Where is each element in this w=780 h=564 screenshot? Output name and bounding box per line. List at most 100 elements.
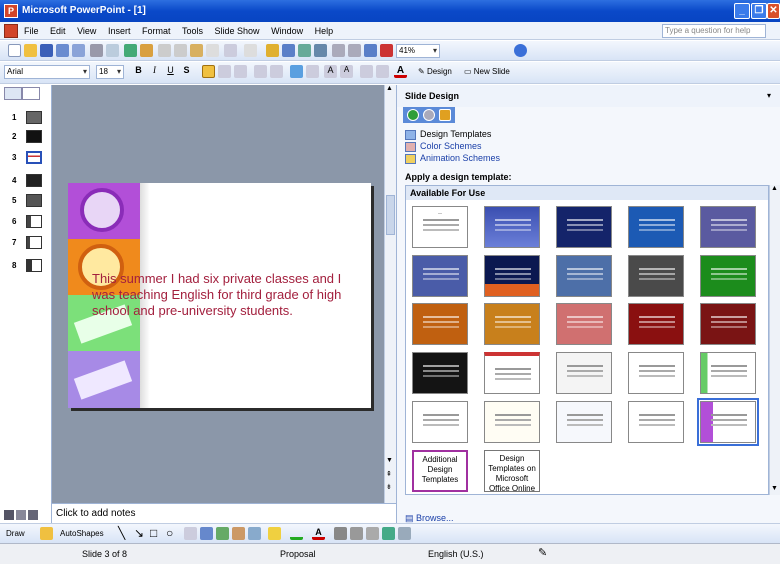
template[interactable] <box>628 401 684 443</box>
template[interactable] <box>700 206 756 248</box>
online-design-templates[interactable]: Design Templates on Microsoft Office Onl… <box>484 450 540 493</box>
paste-icon[interactable] <box>190 44 203 57</box>
save-icon[interactable] <box>40 44 53 57</box>
menu-view[interactable]: View <box>77 22 96 40</box>
line-icon[interactable]: ╲ <box>118 526 125 540</box>
gallery-scrollbar[interactable]: ▲ ▼ <box>769 185 780 495</box>
tab-outline[interactable] <box>4 87 22 100</box>
rectangle-icon[interactable]: □ <box>150 526 157 540</box>
template[interactable] <box>628 352 684 394</box>
cut-icon[interactable] <box>158 44 171 57</box>
template[interactable] <box>556 255 612 297</box>
decrease-font-icon[interactable]: A <box>340 65 353 78</box>
close-button[interactable]: ✕ <box>767 3 780 19</box>
slide-thumb-8[interactable]: 8 <box>12 259 42 273</box>
spelling-icon[interactable] <box>124 44 137 57</box>
slide-thumb-3[interactable]: 3 <box>12 151 42 165</box>
email-icon[interactable] <box>72 44 85 57</box>
print-preview-icon[interactable] <box>106 44 119 57</box>
diagram-icon[interactable] <box>216 527 229 540</box>
align-left-icon[interactable] <box>202 65 215 78</box>
font-size-select[interactable]: 18 <box>96 65 124 79</box>
additional-design-templates[interactable]: Additional Design Templates <box>412 450 468 492</box>
design-templates-link[interactable]: Design Templates <box>405 129 491 140</box>
slide-scrollbar[interactable]: ▲ ▼ ⇞ ⇟ <box>384 85 396 503</box>
spacing-icon[interactable] <box>306 65 319 78</box>
template[interactable] <box>484 352 540 394</box>
menu-tools[interactable]: Tools <box>182 22 203 40</box>
slide-thumb-2[interactable]: 2 <box>12 130 42 144</box>
help-icon[interactable] <box>514 44 527 57</box>
zoom-select[interactable]: 41% <box>396 44 440 58</box>
scroll-up-icon[interactable]: ▲ <box>386 85 395 95</box>
picture-icon[interactable] <box>248 527 261 540</box>
menu-insert[interactable]: Insert <box>108 22 131 40</box>
powerpoint-app-icon[interactable]: P <box>4 4 18 18</box>
template[interactable] <box>700 352 756 394</box>
numbering-icon[interactable] <box>254 65 267 78</box>
home-icon[interactable] <box>439 109 451 121</box>
insert-table-icon[interactable] <box>282 44 295 57</box>
slide-thumb-7[interactable]: 7 <box>12 236 42 250</box>
font-color-icon[interactable]: A <box>394 65 407 78</box>
bold-button[interactable]: B <box>132 65 145 78</box>
bullets-icon[interactable] <box>270 65 283 78</box>
fill-color-icon[interactable] <box>268 527 281 540</box>
slide-thumb-4[interactable]: 4 <box>12 174 42 188</box>
restore-button[interactable]: ❐ <box>751 3 767 19</box>
shadow-button[interactable]: S <box>180 65 193 78</box>
template[interactable] <box>412 401 468 443</box>
template[interactable] <box>412 303 468 345</box>
template[interactable] <box>556 401 612 443</box>
template[interactable] <box>412 255 468 297</box>
underline-button[interactable]: U <box>164 65 177 78</box>
formatting-icon[interactable] <box>348 44 361 57</box>
template[interactable] <box>556 206 612 248</box>
template[interactable] <box>628 255 684 297</box>
hyperlink-icon[interactable] <box>314 44 327 57</box>
next-slide-icon[interactable]: ⇟ <box>386 483 395 493</box>
template-proposal-selected[interactable] <box>697 398 759 446</box>
help-search-input[interactable]: Type a question for help <box>662 24 766 38</box>
animation-schemes-link[interactable]: Animation Schemes <box>405 153 500 164</box>
spelling-status-icon[interactable]: ✎ <box>538 546 547 559</box>
forward-icon[interactable] <box>423 109 435 121</box>
template[interactable] <box>484 303 540 345</box>
grid-icon[interactable] <box>364 44 377 57</box>
open-icon[interactable] <box>24 44 37 57</box>
select-objects-icon[interactable] <box>40 527 53 540</box>
text-direction-icon[interactable] <box>290 65 303 78</box>
menu-help[interactable]: Help <box>315 22 334 40</box>
menu-format[interactable]: Format <box>142 22 171 40</box>
print-icon[interactable] <box>90 44 103 57</box>
oval-icon[interactable]: ○ <box>166 526 173 540</box>
decrease-indent-icon[interactable] <box>360 65 373 78</box>
clip-art-icon[interactable] <box>232 527 245 540</box>
menu-file[interactable]: File <box>24 22 39 40</box>
menu-slide-show[interactable]: Slide Show <box>215 22 260 40</box>
permission-icon[interactable] <box>56 44 69 57</box>
new-icon[interactable] <box>8 44 21 57</box>
line-style-icon[interactable] <box>334 527 347 540</box>
center-icon[interactable] <box>218 65 231 78</box>
insert-chart-icon[interactable] <box>266 44 279 57</box>
italic-button[interactable]: I <box>148 65 161 78</box>
template[interactable] <box>412 352 468 394</box>
template-default[interactable]: — <box>412 206 468 248</box>
previous-slide-icon[interactable]: ⇞ <box>386 470 395 480</box>
shadow-style-icon[interactable] <box>382 527 395 540</box>
color-schemes-link[interactable]: Color Schemes <box>405 141 482 152</box>
text-box-icon[interactable] <box>184 527 197 540</box>
align-right-icon[interactable] <box>234 65 247 78</box>
back-icon[interactable] <box>407 109 419 121</box>
current-slide[interactable]: This summer I had six private classes an… <box>68 183 371 408</box>
menu-edit[interactable]: Edit <box>50 22 66 40</box>
color-grayscale-icon[interactable] <box>380 44 393 57</box>
wordart-icon[interactable] <box>200 527 213 540</box>
slide-body-text[interactable]: This summer I had six private classes an… <box>92 271 367 319</box>
redo-icon[interactable] <box>244 44 257 57</box>
template[interactable] <box>484 255 540 297</box>
menu-window[interactable]: Window <box>271 22 303 40</box>
document-icon[interactable] <box>4 24 18 38</box>
autoshapes-menu[interactable]: AutoShapes <box>60 529 104 538</box>
